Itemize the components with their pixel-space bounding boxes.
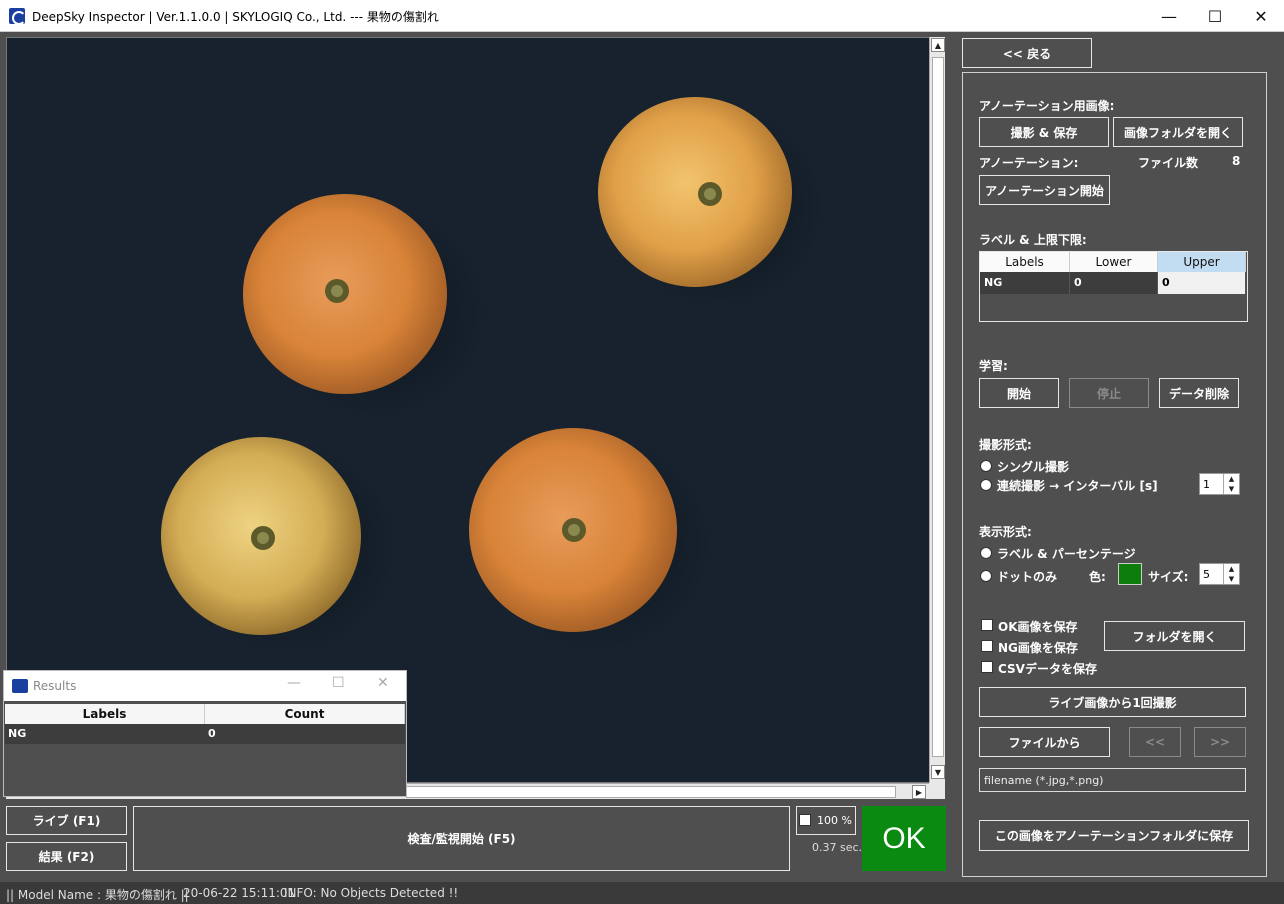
- results-col-labels: Labels: [5, 704, 205, 724]
- save-ng-checkbox[interactable]: [981, 640, 993, 652]
- interval-value: 1: [1203, 478, 1210, 491]
- col-labels: Labels: [980, 252, 1070, 272]
- scroll-corner: [929, 783, 945, 799]
- vertical-scrollbar[interactable]: ▲ ▼: [929, 37, 945, 783]
- from-file-button[interactable]: ファイルから: [979, 727, 1110, 757]
- label-limits-header: Labels Lower Upper: [980, 252, 1247, 272]
- inspect-start-button[interactable]: 検査/監視開始 (F5): [133, 806, 790, 871]
- save-csv-label: CSVデータを保存: [998, 662, 1097, 676]
- continuous-capture-radio[interactable]: [980, 479, 992, 491]
- dot-only-radio[interactable]: [980, 570, 992, 582]
- cell-upper[interactable]: 0: [1158, 272, 1246, 294]
- results-table: Labels Count NG 0: [5, 704, 405, 744]
- inference-time: 0.37 sec.: [812, 841, 863, 854]
- size-up-icon[interactable]: ▲: [1223, 564, 1239, 574]
- label-limits-heading: ラベル & 上限下限:: [979, 233, 1087, 247]
- table-row[interactable]: NG 0: [5, 724, 405, 744]
- label-percent-radio[interactable]: [980, 547, 992, 559]
- results-app-icon: [12, 679, 28, 693]
- display-mode-heading: 表示形式:: [979, 525, 1032, 539]
- results-title: Results: [33, 679, 77, 693]
- results-cell-count: 0: [208, 727, 216, 740]
- continuous-capture-label: 連続撮影 → インターバル [s]: [997, 479, 1158, 493]
- file-count-value: 8: [1232, 154, 1241, 168]
- label-percent-label: ラベル & パーセンテージ: [997, 547, 1136, 561]
- maximize-button[interactable]: ☐: [1192, 0, 1238, 32]
- interval-up-icon[interactable]: ▲: [1223, 474, 1239, 484]
- save-ng-label: NG画像を保存: [998, 641, 1078, 655]
- horizontal-scroll-thumb[interactable]: [406, 786, 896, 798]
- window-title: DeepSky Inspector | Ver.1.1.0.0 | SKYLOG…: [32, 10, 439, 24]
- results-close-icon[interactable]: ✕: [377, 675, 389, 691]
- status-model-name: || Model Name : 果物の傷割れ ||: [6, 888, 189, 902]
- scroll-up-icon[interactable]: ▲: [931, 38, 945, 52]
- results-col-count: Count: [205, 704, 405, 724]
- save-ok-label: OK画像を保存: [998, 620, 1078, 634]
- dot-color-swatch[interactable]: [1118, 563, 1142, 585]
- title-bar: DeepSky Inspector | Ver.1.1.0.0 | SKYLOG…: [0, 0, 1284, 32]
- table-row[interactable]: NG 0 0: [980, 272, 1247, 294]
- save-ok-checkbox[interactable]: [981, 619, 993, 631]
- results-minimize-icon[interactable]: —: [287, 675, 301, 691]
- status-info: INFO: No Objects Detected !!: [284, 886, 459, 900]
- learn-start-button[interactable]: 開始: [979, 378, 1059, 408]
- results-window[interactable]: Results — ☐ ✕ Labels Count NG 0: [3, 670, 407, 797]
- interval-stepper[interactable]: 1 ▲ ▼: [1199, 473, 1240, 495]
- col-upper: Upper: [1158, 252, 1246, 272]
- dot-only-label: ドットのみ: [997, 570, 1058, 584]
- start-annotation-button[interactable]: アノーテーション開始: [979, 175, 1110, 205]
- col-lower: Lower: [1070, 252, 1158, 272]
- capture-save-button[interactable]: 撮影 & 保存: [979, 117, 1109, 147]
- results-cell-label: NG: [8, 727, 27, 740]
- status-timestamp: 20-06-22 15:11:01: [183, 886, 296, 900]
- back-button[interactable]: << 戻る: [962, 38, 1092, 68]
- minimize-button[interactable]: —: [1146, 0, 1192, 32]
- size-value: 5: [1203, 568, 1210, 581]
- learn-stop-button[interactable]: 停止: [1069, 378, 1149, 408]
- results-table-header: Labels Count: [5, 704, 405, 724]
- delete-data-button[interactable]: データ削除: [1159, 378, 1239, 408]
- results-title-bar[interactable]: Results — ☐ ✕: [4, 671, 406, 701]
- capture-once-button[interactable]: ライブ画像から1回撮影: [979, 687, 1246, 717]
- verdict-indicator: OK: [862, 806, 946, 871]
- annotation-image-heading: アノーテーション用画像:: [979, 99, 1115, 113]
- scroll-down-icon[interactable]: ▼: [931, 765, 945, 779]
- single-capture-label: シングル撮影: [997, 460, 1070, 474]
- live-button[interactable]: ライブ (F1): [6, 806, 127, 835]
- prev-file-button[interactable]: <<: [1129, 727, 1181, 757]
- cell-lower[interactable]: 0: [1070, 272, 1158, 294]
- size-label: サイズ:: [1148, 570, 1189, 584]
- percent-toggle[interactable]: 100 %: [796, 806, 856, 835]
- vertical-scroll-thumb[interactable]: [932, 57, 944, 757]
- app-logo-icon: [9, 8, 26, 25]
- label-limits-table[interactable]: Labels Lower Upper NG 0 0: [979, 251, 1248, 322]
- open-folder-button[interactable]: フォルダを開く: [1104, 621, 1245, 651]
- interval-down-icon[interactable]: ▼: [1223, 484, 1239, 494]
- annotation-heading: アノーテーション:: [979, 156, 1079, 170]
- percent-label: 100 %: [817, 814, 852, 827]
- next-file-button[interactable]: >>: [1194, 727, 1246, 757]
- results-maximize-icon[interactable]: ☐: [332, 675, 345, 691]
- results-button[interactable]: 結果 (F2): [6, 842, 127, 871]
- learning-heading: 学習:: [979, 359, 1008, 373]
- filename-field[interactable]: [979, 768, 1246, 792]
- open-image-folder-button[interactable]: 画像フォルダを開く: [1113, 117, 1243, 147]
- size-stepper[interactable]: 5 ▲ ▼: [1199, 563, 1240, 585]
- save-to-annotation-button[interactable]: この画像をアノーテーションフォルダに保存: [979, 820, 1249, 851]
- save-csv-checkbox[interactable]: [981, 661, 993, 673]
- file-count-label: ファイル数: [1138, 156, 1199, 170]
- single-capture-radio[interactable]: [980, 460, 992, 472]
- scroll-right-icon[interactable]: ▶: [912, 785, 926, 799]
- close-button[interactable]: ✕: [1238, 0, 1284, 32]
- capture-mode-heading: 撮影形式:: [979, 438, 1032, 452]
- percent-checkbox[interactable]: [799, 814, 811, 826]
- size-down-icon[interactable]: ▼: [1223, 574, 1239, 584]
- cell-label[interactable]: NG: [980, 272, 1070, 294]
- color-label: 色:: [1089, 570, 1106, 584]
- status-bar: || Model Name : 果物の傷割れ || 20-06-22 15:11…: [0, 882, 1284, 904]
